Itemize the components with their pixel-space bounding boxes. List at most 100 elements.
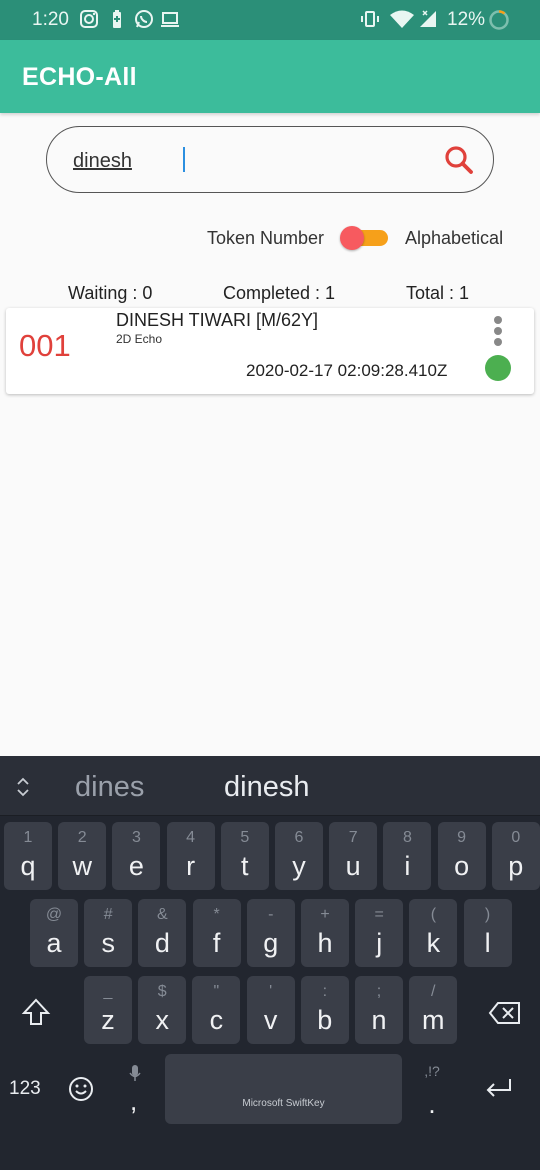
toggle-label-alphabetical: Alphabetical xyxy=(405,228,504,248)
key-label: m xyxy=(421,1005,445,1035)
key-hint: @ xyxy=(45,906,63,923)
key-label: z xyxy=(101,1005,115,1035)
key-e[interactable]: 3e xyxy=(112,822,161,890)
key-hint: 9 xyxy=(457,829,467,846)
search-input[interactable] xyxy=(73,146,413,176)
key-label: c xyxy=(209,1005,224,1035)
key-hint: & xyxy=(157,906,168,923)
key-d[interactable]: & d xyxy=(138,899,187,967)
key-hint: 2 xyxy=(77,829,87,846)
key-o[interactable]: 9o xyxy=(437,822,486,890)
test-type: 2D Echo xyxy=(116,332,163,346)
key-v[interactable]: ' v xyxy=(246,976,295,1044)
key-m[interactable]: / m xyxy=(409,976,458,1044)
token-number: 001 xyxy=(19,328,71,363)
laptop-icon xyxy=(161,12,179,27)
comma-label: , xyxy=(130,1086,138,1116)
key-label: v xyxy=(263,1005,278,1035)
key-s[interactable]: # s xyxy=(84,899,133,967)
key-label: o xyxy=(454,851,470,881)
more-vert-icon[interactable] xyxy=(493,316,503,348)
keyboard: dines dinesh 1 q 2 w 3 e 4 r 5 t 6 y 7 u 8 i 9 o 0 p @ a # s & d *… xyxy=(0,756,540,1170)
whatsapp-icon xyxy=(135,10,153,28)
key-hint: ( xyxy=(430,906,437,923)
key-c[interactable]: " c xyxy=(192,976,241,1044)
key-label: y xyxy=(292,851,306,881)
key-label: j xyxy=(376,928,383,958)
backspace-icon[interactable] xyxy=(488,1000,522,1026)
key-z[interactable]: _ z xyxy=(84,976,132,1044)
switch-thumb[interactable] xyxy=(340,226,364,250)
key-f[interactable]: * f xyxy=(192,899,241,967)
key-label: w xyxy=(72,851,92,881)
key-hint: : xyxy=(322,983,328,1000)
key-label: r xyxy=(186,851,196,881)
key-label: a xyxy=(46,928,62,958)
key-l[interactable]: ) l xyxy=(463,899,512,967)
key-hint: # xyxy=(103,906,113,923)
key-hint: - xyxy=(268,906,274,923)
key-label: e xyxy=(128,851,144,881)
key-t[interactable]: 5t xyxy=(220,822,269,890)
key-label: p xyxy=(508,851,524,881)
key-label: l xyxy=(484,928,491,958)
search-icon[interactable] xyxy=(443,144,475,176)
key-r[interactable]: 4r xyxy=(166,822,215,890)
suggestion-1[interactable]: dines xyxy=(75,771,144,804)
key-k[interactable]: (k xyxy=(409,899,458,967)
key-hint: 0 xyxy=(511,829,521,846)
key-y[interactable]: 6y xyxy=(275,822,323,890)
suggestion-2[interactable]: dinesh xyxy=(224,771,309,804)
space-bar[interactable]: Microsoft SwiftKey xyxy=(165,1054,402,1124)
key-h[interactable]: + h xyxy=(301,899,349,967)
key-label: q xyxy=(20,851,36,881)
key-label: g xyxy=(263,928,279,958)
text-cursor xyxy=(183,147,185,172)
key-hint: " xyxy=(213,983,220,1000)
key-b[interactable]: :b xyxy=(300,976,349,1044)
key-w[interactable]: 2w xyxy=(58,822,107,890)
comma-key[interactable]: , xyxy=(120,1056,150,1116)
patient-name: DINESH TIWARI [M/62Y] xyxy=(116,310,319,330)
status-time: 1:20 xyxy=(32,9,69,30)
key-g[interactable]: -g xyxy=(246,899,295,967)
toggle-label-token-number: Token Number xyxy=(207,228,325,248)
key-label: t xyxy=(241,851,249,881)
key-hint: ; xyxy=(376,983,382,1000)
key-hint: 1 xyxy=(23,829,33,846)
key-u[interactable]: 7u xyxy=(329,822,378,890)
key-hint: 3 xyxy=(131,829,141,846)
period-key[interactable]: ,!? . xyxy=(418,1061,446,1121)
key-label: x xyxy=(155,1005,169,1035)
battery-ring-icon xyxy=(489,10,509,30)
key-hint: 8 xyxy=(402,829,412,846)
sort-switch[interactable] xyxy=(340,226,390,250)
app-title: ECHO-All xyxy=(22,63,137,91)
expand-icon[interactable] xyxy=(14,776,32,798)
period-key-label: . xyxy=(428,1089,436,1119)
key-i[interactable]: 8i xyxy=(383,822,432,890)
key-n[interactable]: ; n xyxy=(355,976,403,1044)
emoji-icon[interactable] xyxy=(68,1076,94,1102)
key-hint: + xyxy=(320,906,330,923)
key-q[interactable]: 1q xyxy=(4,822,52,890)
search-box[interactable] xyxy=(46,126,494,193)
patient-card[interactable]: 001 DINESH TIWARI [M/62Y] 2D Echo 2020-0… xyxy=(6,308,534,394)
shift-icon[interactable] xyxy=(18,994,54,1030)
key-a[interactable]: @ a xyxy=(30,899,78,967)
space-bar-brand: Microsoft SwiftKey xyxy=(242,1098,325,1109)
battery-level: 12% xyxy=(447,9,486,30)
key-x[interactable]: $ x xyxy=(138,976,187,1044)
waiting-count: Waiting : 0 xyxy=(68,283,153,303)
total-count: Total : 1 xyxy=(406,283,470,303)
wifi-icon xyxy=(390,10,414,28)
key-hint: 5 xyxy=(240,829,250,846)
mic-icon xyxy=(129,1065,141,1081)
enter-icon[interactable] xyxy=(484,1076,514,1100)
key-label: h xyxy=(317,928,333,958)
key-label: s xyxy=(101,928,115,958)
key-j[interactable]: = j xyxy=(355,899,404,967)
key-p[interactable]: 0p xyxy=(491,822,540,890)
numbers-key[interactable]: 123 xyxy=(9,1078,41,1100)
status-bar: 1:20 12% xyxy=(0,0,540,40)
